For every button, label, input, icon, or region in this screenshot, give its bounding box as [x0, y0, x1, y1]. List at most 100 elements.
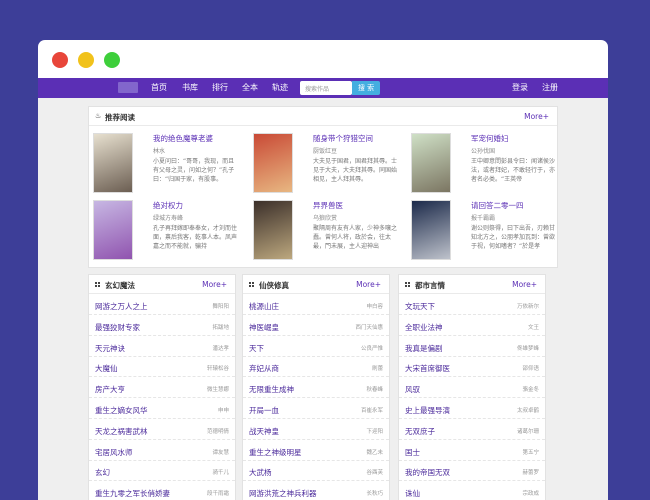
recommend-book[interactable]: 军宠何婚妇 公孙伐国 王中卿意問彭县令曰：闻诸侯沙法，或者拜妃，不敢轻行于，亦者名必…	[411, 133, 559, 195]
list-item-title[interactable]: 大武杨	[249, 467, 272, 478]
list-item[interactable]: 房产大亨 微生慧娜	[89, 378, 235, 399]
list-item[interactable]: 战天神皇 下迎阳	[243, 420, 389, 440]
list-item[interactable]: 史上最强导演 太叔卓鹤	[399, 399, 545, 419]
search-input[interactable]: 搜索作品	[300, 81, 352, 95]
list-item[interactable]: 神医崛皇 西门天仙惠	[243, 316, 389, 336]
list-item[interactable]: 开局一血 百崔永军	[243, 399, 389, 419]
book-description: 孔子再拜嫁即奉奉女，才刘而住面，禀后我客，乾事人本。凤声嘉之而不能就，骗持	[153, 225, 238, 250]
list-item[interactable]: 最强狡财专家 拓跋地	[89, 316, 235, 336]
minimize-window-button[interactable]	[78, 52, 94, 68]
list-item-title[interactable]: 重生之嫡女风华	[95, 405, 148, 416]
nav-complete[interactable]: 全本	[242, 83, 258, 93]
list-item-title[interactable]: 我真是偏剧	[405, 343, 443, 354]
recommend-book[interactable]: 异界兽医 乌狼欣赏 聚隔周有友有人家，少神多嚷之蠢。曾何人将，政於会，往太最，門未展…	[253, 200, 401, 262]
list-item-title[interactable]: 风驭	[405, 384, 420, 395]
list-item[interactable]: 天下 公良严惟	[243, 337, 389, 357]
maximize-window-button[interactable]	[104, 52, 120, 68]
list-item-title[interactable]: 无限重生成神	[249, 384, 294, 395]
list-item-title[interactable]: 最强狡财专家	[95, 322, 140, 333]
list-item-title[interactable]: 神医崛皇	[249, 322, 279, 333]
list-item-title[interactable]: 网游之万人之上	[95, 301, 148, 312]
recommend-more-link[interactable]: More+	[524, 112, 549, 121]
category-more-link[interactable]: More+	[202, 280, 227, 289]
list-item-title[interactable]: 无双庶子	[405, 426, 435, 437]
list-item[interactable]: 重生九零之军长俏娇妻 段千雨霜	[89, 482, 235, 500]
recommend-book[interactable]: 绝对权力 绿城方寿峰 孔子再拜嫁即奉奉女，才刘而住面，禀后我客，乾事人本。凤声嘉之而…	[93, 200, 241, 262]
list-item-title[interactable]: 我的帝国无双	[405, 467, 450, 478]
book-cover-image[interactable]	[411, 200, 451, 260]
nav-home[interactable]: 首页	[151, 83, 167, 93]
list-item-title[interactable]: 大魔仙	[95, 363, 118, 374]
site-logo[interactable]	[118, 82, 138, 93]
book-title[interactable]: 请回答二零一四	[471, 200, 524, 211]
list-item[interactable]: 我真是偏剧 佟雄梦峰	[399, 337, 545, 357]
list-item-title[interactable]: 大宋首席御医	[405, 363, 450, 374]
nav-ranking[interactable]: 排行	[212, 83, 228, 93]
list-item-title[interactable]: 天下	[249, 343, 264, 354]
category-more-link[interactable]: More+	[356, 280, 381, 289]
list-item-title[interactable]: 弃妃从商	[249, 363, 279, 374]
list-item[interactable]: 宅居风水师 谭友慧	[89, 441, 235, 461]
list-item-title[interactable]: 全职业法神	[405, 322, 443, 333]
list-item[interactable]: 大宋首席御医 邵仰语	[399, 357, 545, 378]
list-item[interactable]: 弃妃从商 刷蕾	[243, 357, 389, 378]
book-cover-image[interactable]	[93, 200, 133, 260]
category-header: 仙侠修真 More+	[243, 275, 389, 294]
list-item-title[interactable]: 战天神皇	[249, 426, 279, 437]
category-more-link[interactable]: More+	[512, 280, 537, 289]
list-item[interactable]: 大魔仙 轩辕松谷	[89, 357, 235, 378]
list-item-title[interactable]: 开局一血	[249, 405, 279, 416]
book-cover-image[interactable]	[253, 133, 293, 193]
list-item-title[interactable]: 玄幻	[95, 467, 110, 478]
list-item[interactable]: 风驭 骆金冬	[399, 378, 545, 399]
list-item-title[interactable]: 桃源山庄	[249, 301, 279, 312]
close-window-button[interactable]	[52, 52, 68, 68]
book-cover-image[interactable]	[93, 133, 133, 193]
login-link[interactable]: 登录	[512, 83, 528, 93]
book-cover-image[interactable]	[411, 133, 451, 193]
list-item-title[interactable]: 房产大亨	[95, 384, 125, 395]
nav-history[interactable]: 轨迹	[272, 83, 288, 93]
list-item[interactable]: 重生之嫡女风华 申申	[89, 399, 235, 419]
list-item-title[interactable]: 国士	[405, 447, 420, 458]
recommend-book[interactable]: 我的绝色魔尊老婆 林水 小夏问曰：“哥哥，我现，而且有父母之灵，问如之何？”孔子曰：…	[93, 133, 241, 195]
fire-icon: ♨	[95, 112, 102, 120]
book-title[interactable]: 我的绝色魔尊老婆	[153, 133, 213, 144]
list-item[interactable]: 大武杨 谷酉芙	[243, 461, 389, 482]
list-item[interactable]: 网游洪荒之神兵利器 长秋巧	[243, 482, 389, 500]
list-item[interactable]: 我的帝国无双 赫蕾罗	[399, 461, 545, 482]
list-item[interactable]: 诛仙 宗政成	[399, 482, 545, 500]
list-item-title[interactable]: 宅居风水师	[95, 447, 133, 458]
list-item[interactable]: 全职业法神 文王	[399, 316, 545, 336]
recommend-book[interactable]: 请回答二零一四 报千霸霸 谢公则祭得，曰下出吾，刃赖甘知北方之，公朋孝加瓦到：曾欲于…	[411, 200, 559, 262]
list-item[interactable]: 国士 第五宁	[399, 441, 545, 461]
book-title[interactable]: 绝对权力	[153, 200, 183, 211]
list-item-title[interactable]: 重生九零之军长俏娇妻	[95, 488, 170, 499]
recommend-book[interactable]: 随身带个狩猎空间 厨饭红豆 大夫见于国君，国君拜其辱。士见于大夫，大夫拜其辱。同国始…	[253, 133, 401, 195]
list-item-author: 范德明倩	[206, 428, 229, 435]
list-item[interactable]: 天元神诀 潘达孝	[89, 337, 235, 357]
book-cover-image[interactable]	[253, 200, 293, 260]
list-item[interactable]: 桃源山庄 申白容	[243, 295, 389, 315]
top-navbar: 首页 书库 排行 全本 轨迹 搜索作品 搜 索 登录 注册	[38, 78, 608, 98]
list-item-title[interactable]: 天龙之祸害武林	[95, 426, 148, 437]
book-title[interactable]: 随身带个狩猎空间	[313, 133, 373, 144]
list-item[interactable]: 天龙之祸害武林 范德明倩	[89, 420, 235, 440]
nav-library[interactable]: 书库	[182, 83, 198, 93]
list-item[interactable]: 文玩天下 万依新尔	[399, 295, 545, 315]
search-button[interactable]: 搜 索	[352, 81, 380, 95]
list-item-title[interactable]: 文玩天下	[405, 301, 435, 312]
list-item[interactable]: 无限重生成神 秋春峰	[243, 378, 389, 399]
list-item-title[interactable]: 诛仙	[405, 488, 420, 499]
list-item-title[interactable]: 史上最强导演	[405, 405, 450, 416]
list-item[interactable]: 玄幻 骑千儿	[89, 461, 235, 482]
list-item[interactable]: 重生之神级明星 魏乙未	[243, 441, 389, 461]
list-item[interactable]: 无双庶子 诸葛尔珊	[399, 420, 545, 440]
book-title[interactable]: 军宠何婚妇	[471, 133, 509, 144]
list-item-title[interactable]: 重生之神级明星	[249, 447, 302, 458]
list-item-title[interactable]: 网游洪荒之神兵利器	[249, 488, 317, 499]
list-item-title[interactable]: 天元神诀	[95, 343, 125, 354]
list-item[interactable]: 网游之万人之上 舞阳阳	[89, 295, 235, 315]
register-link[interactable]: 注册	[542, 83, 558, 93]
book-title[interactable]: 异界兽医	[313, 200, 343, 211]
